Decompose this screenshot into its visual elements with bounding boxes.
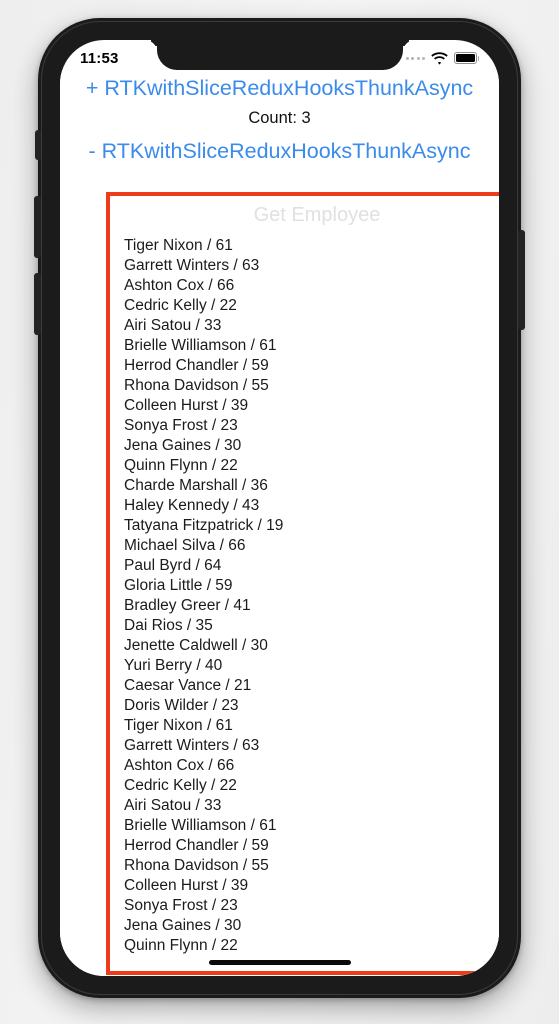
list-item: Garrett Winters / 63 xyxy=(124,737,260,754)
home-indicator[interactable] xyxy=(208,960,351,965)
list-item: Tiger Nixon / 61 xyxy=(124,717,233,734)
list-item: Dai Rios / 35 xyxy=(124,617,213,634)
list-item: Quinn Flynn / 22 xyxy=(124,937,238,954)
section-title: Get Employee xyxy=(253,204,381,226)
decrement-link[interactable]: - RTKwithSliceReduxHooksThunkAsync xyxy=(60,133,499,169)
list-item: Quinn Flynn / 22 xyxy=(124,457,238,474)
status-bar-indicators xyxy=(405,51,480,65)
list-item: Sonya Frost / 23 xyxy=(124,417,238,434)
list-item: Airi Satou / 33 xyxy=(124,797,222,814)
list-item: Airi Satou / 33 xyxy=(124,317,222,334)
list-item: Jena Gaines / 30 xyxy=(124,437,242,454)
employee-list-highlight-region: Get Employee Tiger Nixon / 61 Garrett Win… xyxy=(106,192,499,975)
list-item: Brielle Williamson / 61 xyxy=(124,817,277,834)
list-item: Colleen Hurst / 39 xyxy=(124,397,249,414)
mute-switch-button[interactable] xyxy=(35,130,41,160)
list-item: Jena Gaines / 30 xyxy=(124,917,242,934)
status-bar: 11:53 xyxy=(60,40,499,70)
list-item: Ashton Cox / 66 xyxy=(124,757,235,774)
status-bar-clock: 11:53 xyxy=(80,49,119,67)
list-item: Sonya Frost / 23 xyxy=(124,897,238,914)
battery-full-icon xyxy=(454,52,480,64)
count-label: Count: 3 xyxy=(248,108,311,127)
list-item: Bradley Greer / 41 xyxy=(124,597,251,614)
list-item: Rhona Davidson / 55 xyxy=(124,857,269,874)
list-item: Colleen Hurst / 39 xyxy=(124,877,249,894)
list-item: Brielle Williamson / 61 xyxy=(124,337,277,354)
wifi-icon xyxy=(431,51,448,65)
list-item: Charde Marshall / 36 xyxy=(124,477,268,494)
signal-dots-icon xyxy=(405,56,425,60)
list-item: Gloria Little / 59 xyxy=(124,577,233,594)
list-item: Yuri Berry / 40 xyxy=(124,657,223,674)
employee-list: Tiger Nixon / 61 Garrett Winters / 63 Asht… xyxy=(110,232,499,956)
list-item: Herrod Chandler / 59 xyxy=(124,357,269,374)
volume-up-button[interactable] xyxy=(34,196,41,258)
list-item: Paul Byrd / 64 xyxy=(124,557,222,574)
list-item: Rhona Davidson / 55 xyxy=(124,377,269,394)
list-item: Herrod Chandler / 59 xyxy=(124,837,269,854)
list-item: Ashton Cox / 66 xyxy=(124,277,235,294)
list-item: Doris Wilder / 23 xyxy=(124,697,239,714)
list-item: Tatyana Fitzpatrick / 19 xyxy=(124,517,284,534)
increment-link[interactable]: + RTKwithSliceReduxHooksThunkAsync xyxy=(60,70,499,106)
list-item: Tiger Nixon / 61 xyxy=(124,237,233,254)
list-item: Jenette Caldwell / 30 xyxy=(124,637,268,654)
list-item: Cedric Kelly / 22 xyxy=(124,777,237,794)
phone-screen: 11:53 + RTKwithSliceReduxHooksThunkAsync… xyxy=(60,40,499,976)
list-item: Caesar Vance / 21 xyxy=(124,677,252,694)
screenshot-stage: 11:53 + RTKwithSliceReduxHooksThunkAsync… xyxy=(0,0,559,1024)
power-button[interactable] xyxy=(518,230,525,330)
list-item: Garrett Winters / 63 xyxy=(124,257,260,274)
list-item: Michael Silva / 66 xyxy=(124,537,246,554)
volume-down-button[interactable] xyxy=(34,273,41,335)
list-item: Cedric Kelly / 22 xyxy=(124,297,237,314)
phone-frame: 11:53 + RTKwithSliceReduxHooksThunkAsync… xyxy=(34,18,525,998)
list-item: Haley Kennedy / 43 xyxy=(124,497,260,514)
